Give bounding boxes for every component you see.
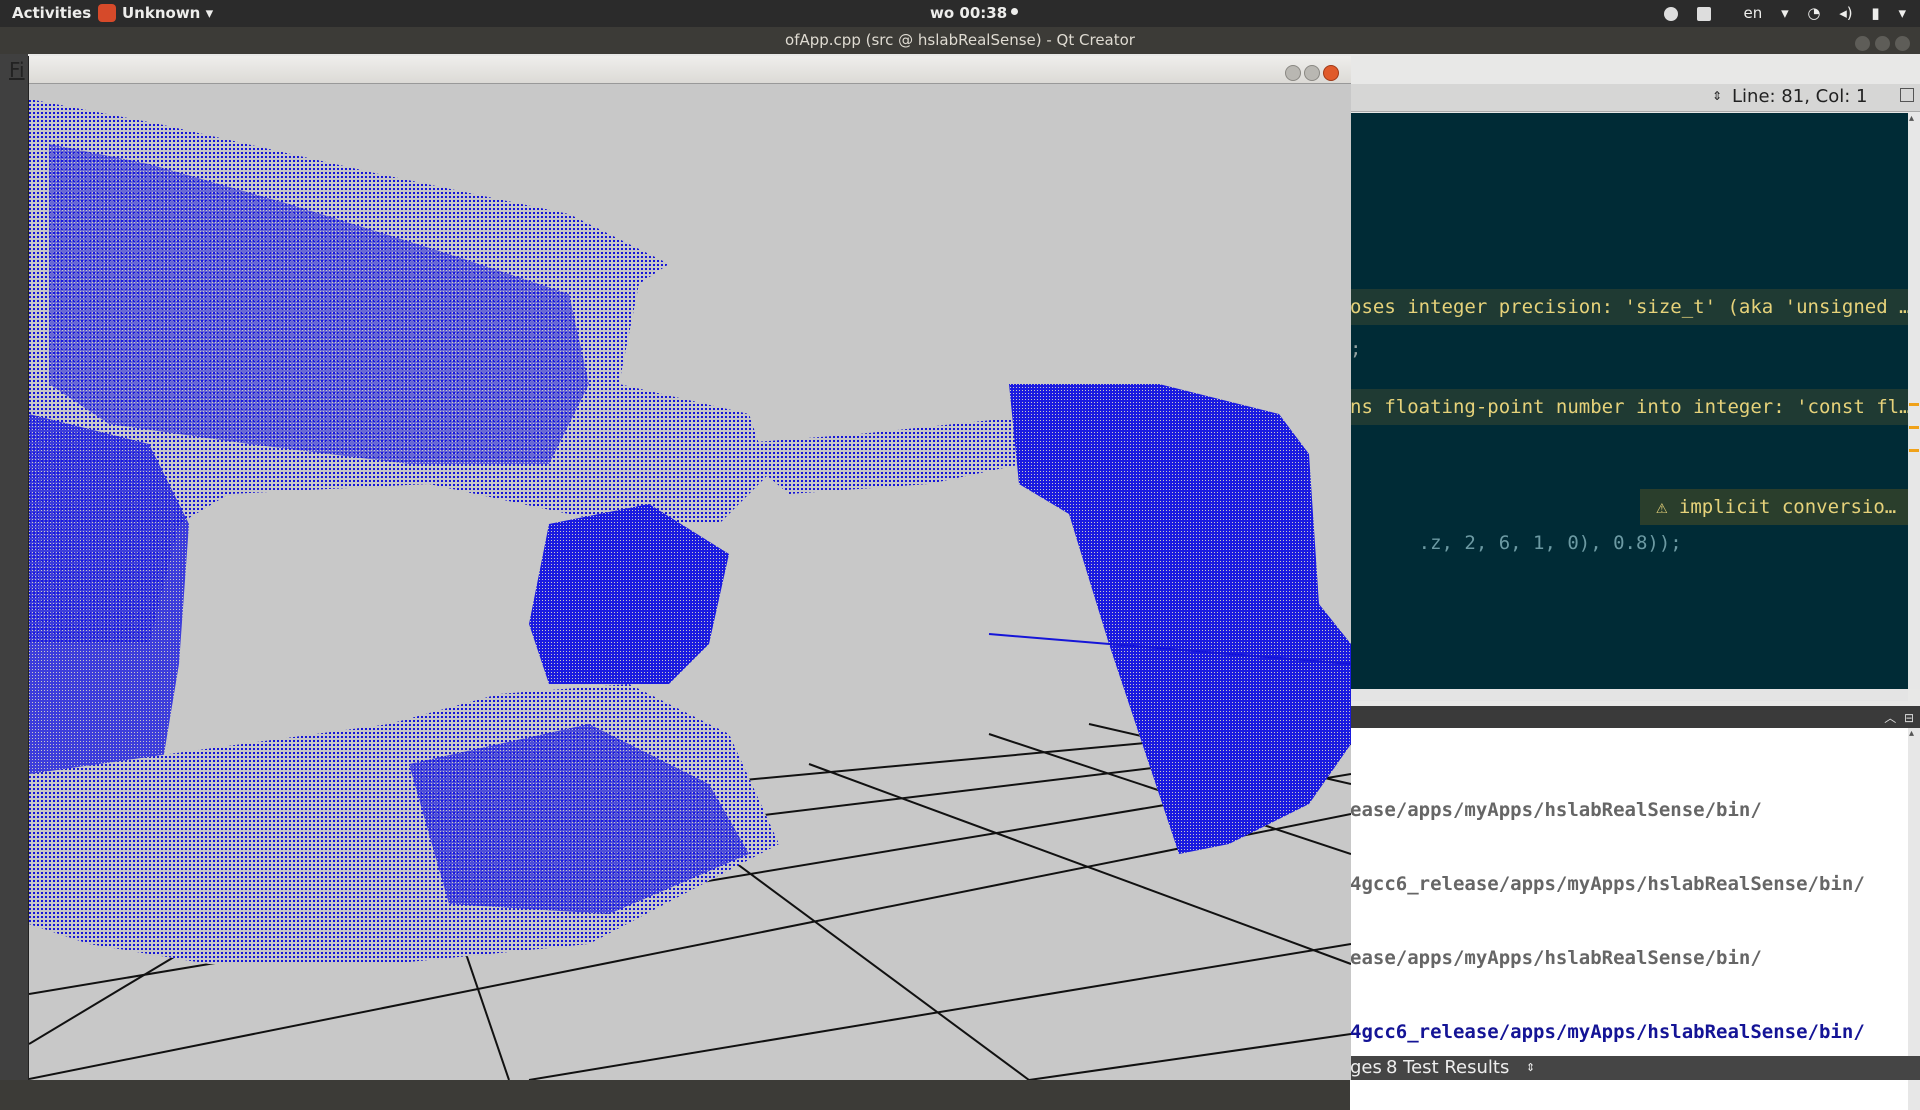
warning-marker[interactable] bbox=[1909, 426, 1919, 429]
clock-label: wo 00:38 bbox=[930, 4, 1008, 22]
code-line-warning: ns floating-point number into integer: '… bbox=[1350, 389, 1908, 425]
chevron-down-icon: ▾ bbox=[1781, 4, 1789, 22]
output-vertical-scrollbar[interactable]: ▴ bbox=[1908, 728, 1920, 1110]
chrome-icon[interactable] bbox=[1663, 6, 1678, 21]
code-editor[interactable]: oses integer precision: 'size_t' (aka 'u… bbox=[1350, 113, 1908, 689]
minimize-icon[interactable] bbox=[1855, 36, 1870, 51]
clock[interactable]: wo 00:38 bbox=[930, 0, 1019, 27]
split-editor-icon[interactable] bbox=[1900, 88, 1914, 102]
top-panel: Activities Unknown ▾ wo 00:38 en ▾ ◔ ◂) … bbox=[0, 0, 1920, 27]
system-tray[interactable]: en ▾ ◔ ◂) ▮ ▾ bbox=[1650, 0, 1906, 27]
output-line: ease/apps/myApps/hslabRealSense/bin/ bbox=[1350, 799, 1762, 821]
point-cloud-right-object bbox=[1009, 384, 1351, 854]
minimize-icon[interactable] bbox=[1285, 64, 1301, 81]
editor-vertical-scrollbar[interactable]: ▴ bbox=[1908, 113, 1920, 689]
pane-switcher-icon[interactable]: ⇕ bbox=[1526, 1056, 1535, 1080]
app-icon bbox=[98, 3, 116, 22]
language-label: en bbox=[1743, 4, 1763, 22]
close-icon[interactable] bbox=[1895, 36, 1910, 51]
inline-warning-annotation[interactable]: ⚠ implicit conversio… bbox=[1640, 489, 1908, 525]
code-line: ; bbox=[1350, 338, 1362, 360]
chevron-down-icon: ▾ bbox=[205, 4, 214, 22]
app-name: Unknown bbox=[122, 4, 201, 22]
menu-file[interactable]: Fi bbox=[9, 58, 25, 82]
close-icon[interactable] bbox=[1323, 64, 1339, 81]
maximize-icon[interactable] bbox=[1304, 64, 1320, 81]
maximize-pane-icon[interactable]: ︿ bbox=[1884, 711, 1896, 725]
output-line: ease/apps/myApps/hslabRealSense/bin/ bbox=[1350, 947, 1762, 969]
code-line: .z, 2, 6, 1, 0), 0.8)); ⚠ implicit conve… bbox=[1350, 489, 1908, 554]
mode-sidebar[interactable] bbox=[0, 54, 28, 1080]
output-pane-header: ︿ ⊟ bbox=[1350, 706, 1920, 728]
activities-button[interactable]: Activities bbox=[12, 0, 91, 27]
output-pane-tabs: ges 8 Test Results ⇕ bbox=[1350, 1056, 1920, 1080]
code-line-warning: oses integer precision: 'size_t' (aka 'u… bbox=[1350, 289, 1908, 325]
point-cloud-center-pillar bbox=[529, 504, 729, 684]
position-selector-icon[interactable]: ⇕ bbox=[1712, 89, 1722, 103]
clipboard-icon[interactable] bbox=[1696, 6, 1711, 21]
editor-horizontal-scrollbar[interactable] bbox=[1350, 689, 1908, 701]
compile-output[interactable]: ease/apps/myApps/hslabRealSense/bin/ 4gc… bbox=[1350, 728, 1908, 1110]
scroll-up-icon[interactable]: ▴ bbox=[1909, 113, 1914, 124]
point-cloud-render bbox=[29, 99, 1351, 1080]
close-pane-icon[interactable]: ⊟ bbox=[1904, 711, 1914, 725]
output-pane-controls: ︿ ⊟ bbox=[1884, 709, 1914, 726]
app-menu[interactable]: Unknown ▾ bbox=[98, 0, 213, 27]
qt-creator-titlebar: ofApp.cpp (src @ hslabRealSense) - Qt Cr… bbox=[0, 27, 1920, 54]
scroll-up-icon[interactable]: ▴ bbox=[1909, 728, 1914, 739]
warning-marker[interactable] bbox=[1909, 449, 1919, 452]
output-line-highlighted: 4gcc6_release/apps/myApps/hslabRealSense… bbox=[1350, 1021, 1865, 1043]
notification-dot-icon bbox=[1011, 8, 1019, 15]
language-indicator[interactable]: en ▾ bbox=[1730, 0, 1789, 27]
chevron-down-icon[interactable]: ▾ bbox=[1898, 0, 1906, 27]
warning-marker[interactable] bbox=[1909, 403, 1919, 406]
wifi-icon[interactable]: ◔ bbox=[1807, 0, 1820, 27]
editor-toolbar: ⇕ Line: 81, Col: 1 bbox=[1350, 84, 1920, 112]
app-window-titlebar[interactable] bbox=[29, 56, 1351, 84]
tab-messages-partial[interactable]: ges bbox=[1350, 1056, 1382, 1080]
tab-test-results[interactable]: 8 Test Results bbox=[1386, 1056, 1509, 1080]
code-text: .z, 2, 6, 1, 0), 0.8)); bbox=[1418, 532, 1682, 554]
line-column-indicator[interactable]: Line: 81, Col: 1 bbox=[1732, 86, 1867, 107]
volume-icon[interactable]: ◂) bbox=[1839, 0, 1852, 27]
app-window-controls bbox=[1282, 62, 1339, 81]
output-line: 4gcc6_release/apps/myApps/hslabRealSense… bbox=[1350, 873, 1865, 895]
battery-icon[interactable]: ▮ bbox=[1871, 0, 1879, 27]
point-cloud-viewport[interactable] bbox=[29, 84, 1351, 1080]
point-cloud-app-window[interactable] bbox=[28, 56, 1351, 1080]
maximize-icon[interactable] bbox=[1875, 36, 1890, 51]
window-title: ofApp.cpp (src @ hslabRealSense) - Qt Cr… bbox=[785, 31, 1135, 49]
